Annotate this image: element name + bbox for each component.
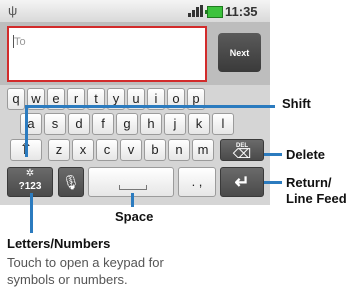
key-m[interactable]: m bbox=[192, 139, 214, 161]
status-bar: ψ 11:35 bbox=[0, 0, 270, 23]
microphone-key[interactable]: 🎙 bbox=[58, 167, 84, 197]
key-s[interactable]: s bbox=[44, 113, 66, 135]
space-bar-icon bbox=[119, 185, 147, 190]
delete-callout-label: Delete bbox=[286, 147, 326, 162]
shift-callout-line bbox=[25, 105, 275, 108]
space-callout-line bbox=[131, 193, 134, 207]
status-time: 11:35 bbox=[225, 4, 258, 19]
key-h[interactable]: h bbox=[140, 113, 162, 135]
key-v[interactable]: v bbox=[120, 139, 142, 161]
hint-line-1: Touch to open a keypad for bbox=[7, 255, 164, 270]
delete-callout-line bbox=[264, 153, 282, 156]
usb-icon: ψ bbox=[8, 3, 18, 18]
compose-area: To Next bbox=[0, 23, 270, 85]
key-a[interactable]: a bbox=[20, 113, 42, 135]
letters-numbers-hint: Touch to open a keypad for symbols or nu… bbox=[7, 254, 237, 288]
return-callout-label-2: Line Feed bbox=[286, 191, 347, 206]
next-button[interactable]: Next bbox=[218, 33, 261, 72]
key-q[interactable]: q bbox=[7, 88, 25, 110]
key-j[interactable]: j bbox=[164, 113, 186, 135]
key-c[interactable]: c bbox=[96, 139, 118, 161]
to-field[interactable]: To bbox=[7, 26, 207, 82]
to-placeholder: To bbox=[14, 36, 26, 48]
key-x[interactable]: x bbox=[72, 139, 94, 161]
backspace-icon: ⌫ bbox=[232, 146, 252, 161]
signal-icon bbox=[188, 5, 203, 17]
key-d[interactable]: d bbox=[68, 113, 90, 135]
key-l[interactable]: l bbox=[212, 113, 234, 135]
delete-key[interactable]: DEL ⌫ bbox=[220, 139, 264, 161]
space-callout-label: Space bbox=[115, 209, 154, 224]
letters-numbers-callout-label: Letters/Numbers bbox=[7, 236, 111, 251]
key-f[interactable]: f bbox=[92, 113, 114, 135]
keyboard: q w e r t y u i o p a s d f g h j k l ⇧ … bbox=[0, 85, 270, 205]
key-k[interactable]: k bbox=[188, 113, 210, 135]
key-g[interactable]: g bbox=[116, 113, 138, 135]
punctuation-key[interactable]: . , bbox=[178, 167, 216, 197]
battery-icon bbox=[205, 6, 223, 18]
symbols-key-label: ?123 bbox=[18, 181, 42, 192]
microphone-icon: 🎙 bbox=[62, 174, 80, 190]
hint-line-2: symbols or numbers. bbox=[7, 272, 128, 287]
shift-callout-vertical-line bbox=[25, 105, 28, 157]
key-b[interactable]: b bbox=[144, 139, 166, 161]
key-n[interactable]: n bbox=[168, 139, 190, 161]
return-callout-line bbox=[264, 181, 282, 184]
phone-screen: ψ 11:35 To Next q w e r t y u i o p a s … bbox=[0, 0, 270, 205]
letters-numbers-callout-line bbox=[30, 193, 33, 233]
return-callout-label-1: Return/ bbox=[286, 175, 332, 190]
shift-callout-label: Shift bbox=[282, 96, 311, 111]
key-z[interactable]: z bbox=[48, 139, 70, 161]
gear-icon: ✲ bbox=[25, 168, 35, 179]
return-arrow-icon: ↵ bbox=[234, 172, 250, 192]
return-key[interactable]: ↵ bbox=[220, 167, 264, 197]
